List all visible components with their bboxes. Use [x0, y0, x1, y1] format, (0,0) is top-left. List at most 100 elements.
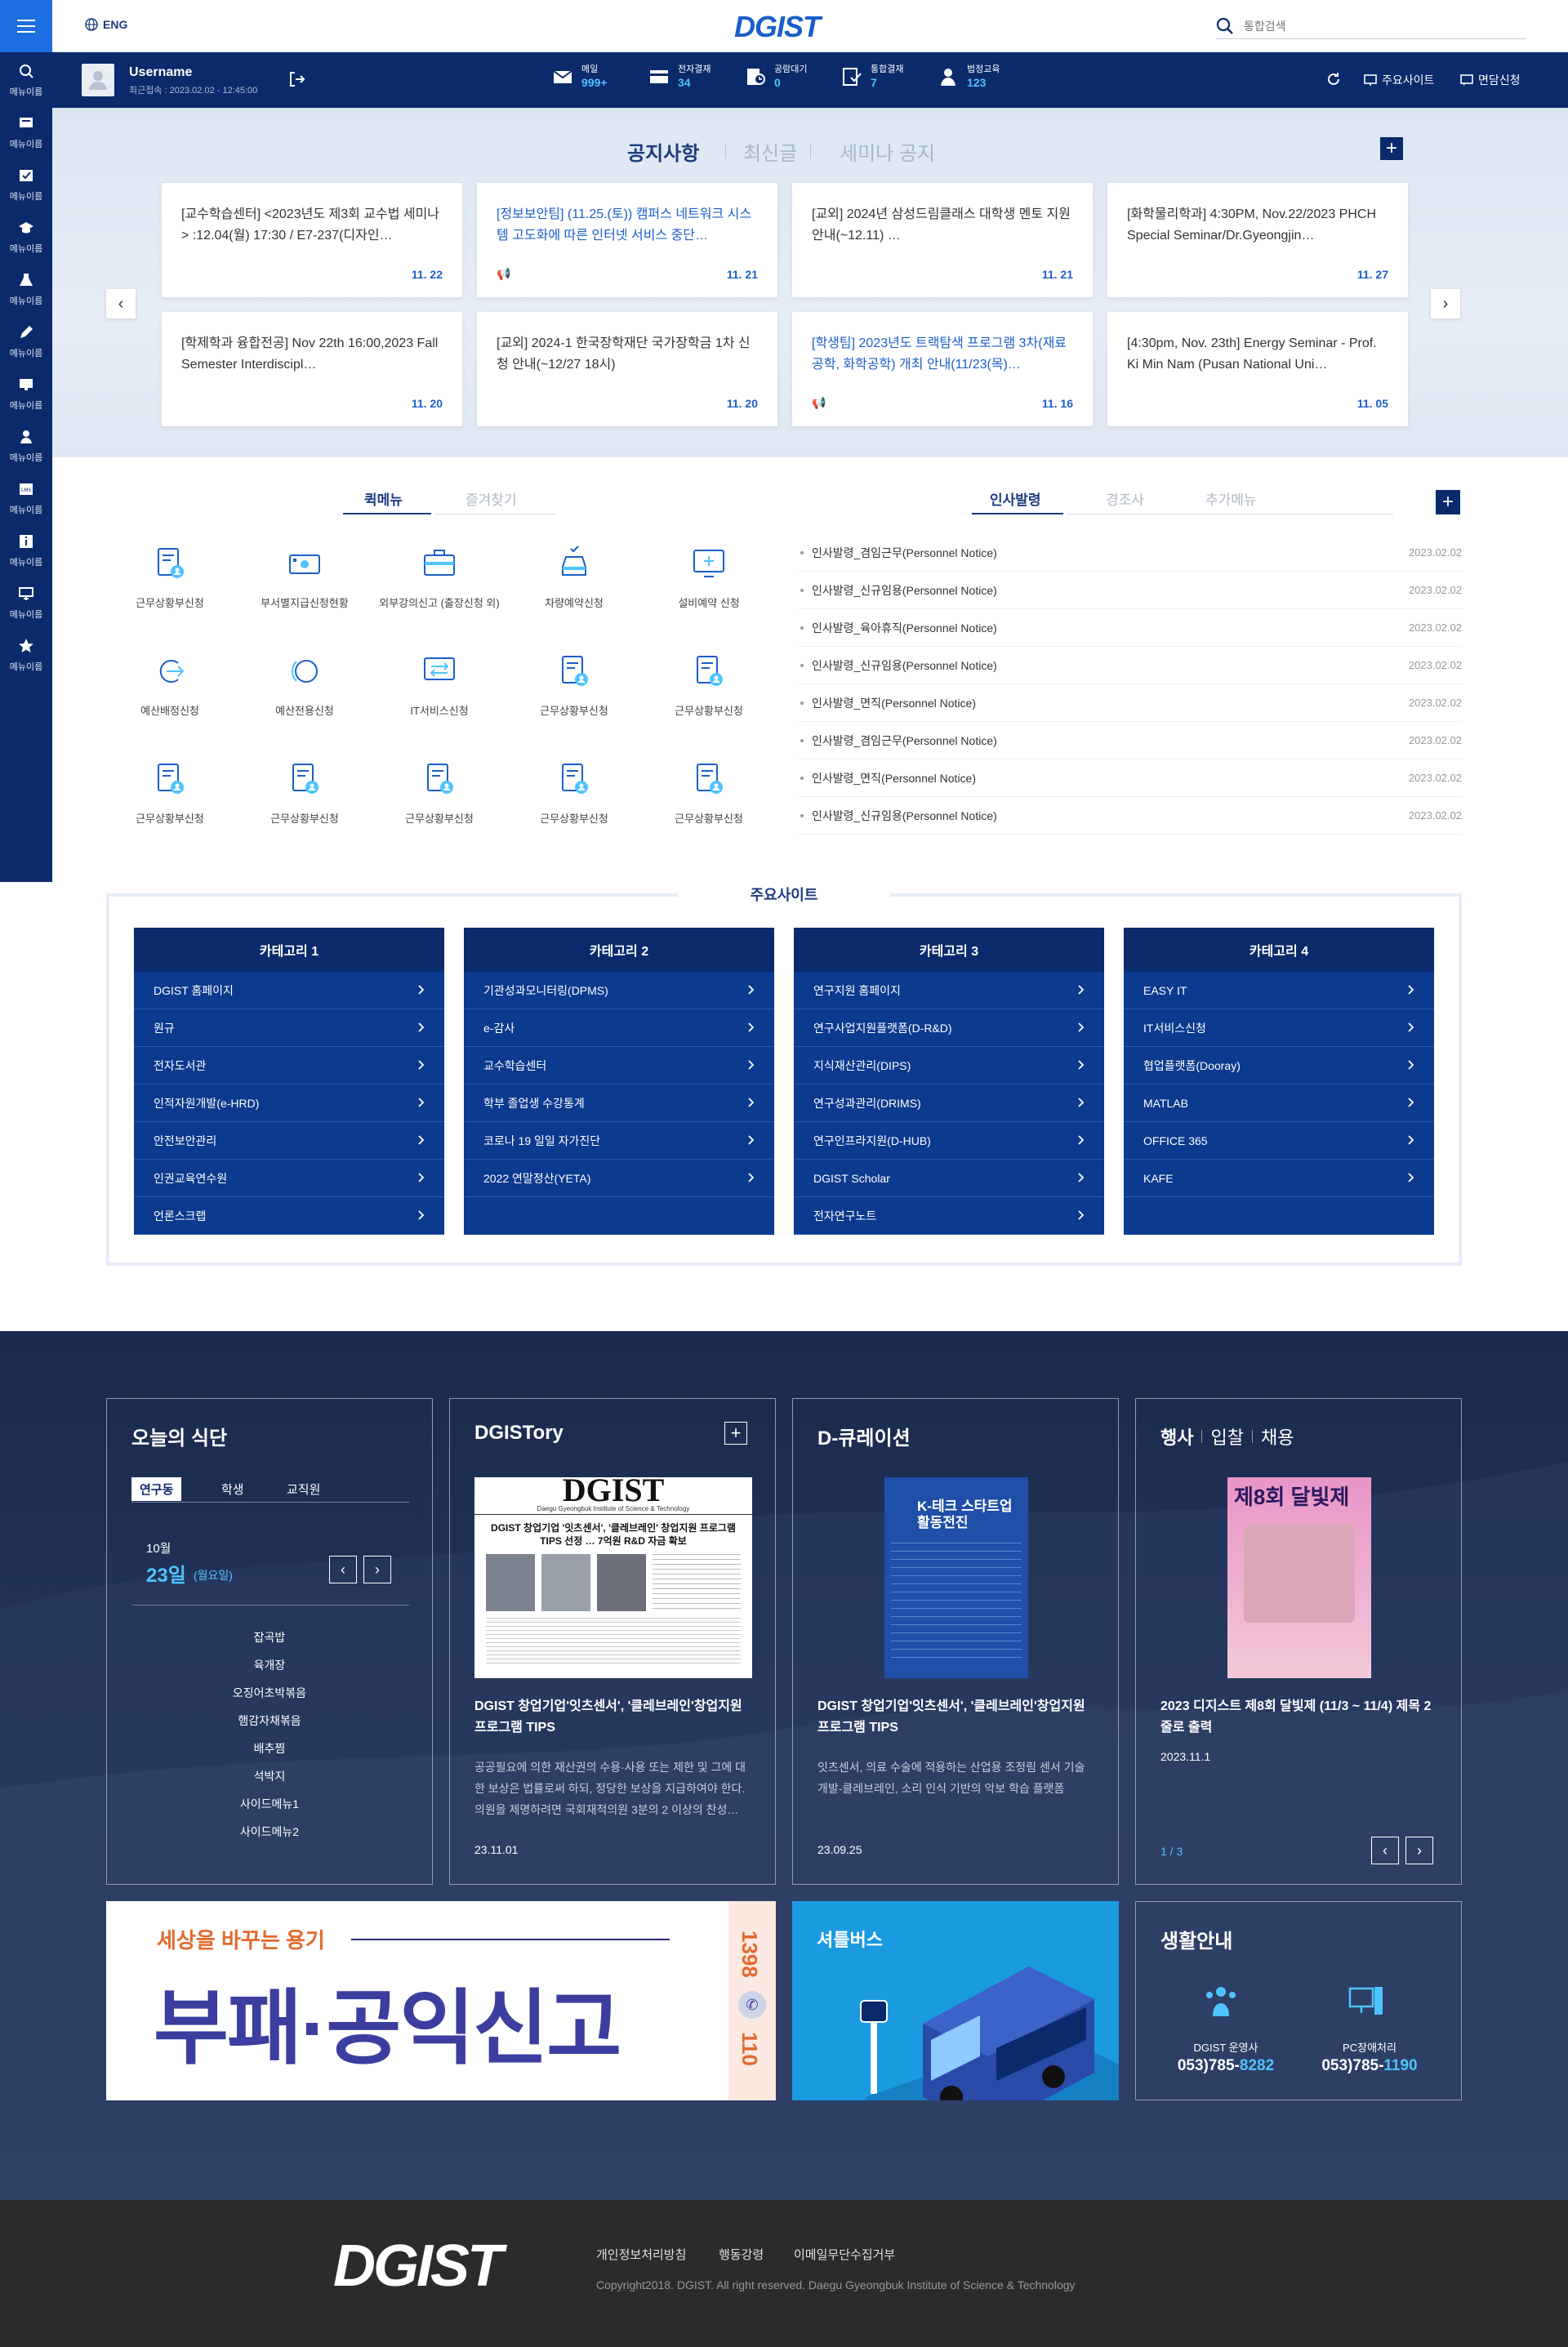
- notice-card[interactable]: [화학물리학과] 4:30PM, Nov.22/2023 PHCH Specia…: [1107, 183, 1408, 297]
- site-link[interactable]: 원규: [134, 1009, 444, 1047]
- tab-notice[interactable]: 공지사항: [627, 137, 699, 166]
- quick-menu-item[interactable]: 근무상황부신청: [644, 652, 774, 719]
- report-banner[interactable]: 세상을 바꾸는 용기 부패·공익신고 1398 ✆ 110: [106, 1901, 776, 2100]
- rail-item[interactable]: 메뉴이름: [0, 105, 52, 157]
- rail-item[interactable]: LMS 메뉴이름: [0, 470, 52, 523]
- next-arrow-icon[interactable]: ›: [1431, 289, 1460, 318]
- site-link[interactable]: 언론스크랩: [134, 1197, 444, 1235]
- dgistory-plus-button[interactable]: +: [724, 1422, 747, 1445]
- rail-item[interactable]: 메뉴이름: [0, 261, 52, 314]
- tab-personnel[interactable]: 인사발령: [990, 488, 1041, 509]
- language-toggle[interactable]: ENG: [85, 18, 127, 31]
- meal-prev-icon[interactable]: ‹: [329, 1556, 357, 1583]
- search-icon[interactable]: [1216, 17, 1234, 35]
- quick-menu-item[interactable]: 근무상황부신청: [644, 759, 774, 826]
- footer-link-code[interactable]: 행동강령: [719, 2246, 764, 2263]
- site-link[interactable]: 전자도서관: [134, 1047, 444, 1084]
- life-phone-1[interactable]: 053)785-8282: [1160, 2057, 1291, 2075]
- tab-quick-menu[interactable]: 퀵메뉴: [364, 488, 403, 509]
- quick-menu-item[interactable]: 부서별지급신청현황: [239, 544, 370, 611]
- quick-menu-item[interactable]: 근무상황부신청: [239, 759, 370, 826]
- dgistory-thumbnail[interactable]: DGIST Daegu Gyeongbuk Institute of Scien…: [474, 1477, 752, 1678]
- rail-item[interactable]: 메뉴이름: [0, 418, 52, 470]
- personnel-row[interactable]: 인사발령_신규임용(Personnel Notice) 2023.02.02: [799, 797, 1462, 835]
- personnel-row[interactable]: 인사발령_신규임용(Personnel Notice) 2023.02.02: [799, 572, 1462, 609]
- notice-card[interactable]: [4:30pm, Nov. 23th] Energy Seminar - Pro…: [1107, 312, 1408, 426]
- site-link[interactable]: 2022 연말정산(YETA): [464, 1160, 774, 1197]
- consult-link[interactable]: 면담신청: [1460, 72, 1521, 88]
- quick-menu-item[interactable]: IT서비스신청: [374, 652, 505, 719]
- tab-bid[interactable]: 입찰: [1210, 1423, 1243, 1450]
- rail-item[interactable]: 메뉴이름: [0, 366, 52, 418]
- site-link[interactable]: DGIST 홈페이지: [134, 972, 444, 1009]
- personnel-row[interactable]: 인사발령_겸임근무(Personnel Notice) 2023.02.02: [799, 722, 1462, 759]
- tab-extra[interactable]: 추가메뉴: [1205, 488, 1257, 509]
- search-input[interactable]: [1244, 19, 1505, 33]
- personnel-row[interactable]: 인사발령_면직(Personnel Notice) 2023.02.02: [799, 684, 1462, 722]
- rail-item[interactable]: 메뉴이름: [0, 52, 52, 105]
- site-link[interactable]: 연구사업지원플랫폼(D-R&D): [794, 1009, 1104, 1047]
- site-link[interactable]: 전자연구노트: [794, 1197, 1104, 1235]
- personnel-row[interactable]: 인사발령_육아휴직(Personnel Notice) 2023.02.02: [799, 609, 1462, 647]
- notice-card[interactable]: [교외] 2024-1 한국장학재단 국가장학금 1차 신청 안내(~12/27…: [477, 312, 777, 426]
- site-link[interactable]: 연구성과관리(DRIMS): [794, 1084, 1104, 1122]
- main-sites-link[interactable]: 주요사이트: [1364, 72, 1434, 88]
- refresh-button[interactable]: [1326, 72, 1341, 87]
- personnel-row[interactable]: 인사발령_면직(Personnel Notice) 2023.02.02: [799, 759, 1462, 797]
- quick-menu-item[interactable]: 근무상황부신청: [105, 759, 235, 826]
- quick-menu-item[interactable]: 예산배정신청: [105, 652, 235, 719]
- quick-menu-item[interactable]: 근무상황부신청: [509, 759, 639, 826]
- stat-training[interactable]: 법정교육 123: [938, 64, 1000, 90]
- meal-tab-staff[interactable]: 교직원: [278, 1477, 328, 1501]
- rail-item[interactable]: 메뉴이름: [0, 314, 52, 366]
- personnel-row[interactable]: 인사발령_신규임용(Personnel Notice) 2023.02.02: [799, 647, 1462, 684]
- quick-menu-item[interactable]: 예산전용신청: [239, 652, 370, 719]
- tab-recruit[interactable]: 채용: [1261, 1423, 1294, 1450]
- site-link[interactable]: 교수학습센터: [464, 1047, 774, 1084]
- site-link[interactable]: 연구지원 홈페이지: [794, 972, 1104, 1009]
- meal-tab-student[interactable]: 학생: [213, 1477, 252, 1501]
- stat-approval[interactable]: 전자결재 34: [648, 64, 710, 90]
- stat-integrated[interactable]: 통합결재 7: [841, 64, 903, 90]
- site-link[interactable]: MATLAB: [1124, 1084, 1434, 1122]
- site-link[interactable]: 안전보안관리: [134, 1122, 444, 1160]
- quick-menu-item[interactable]: 근무상황부신청: [105, 544, 235, 611]
- meal-next-icon[interactable]: ›: [363, 1556, 391, 1583]
- meal-tab-research[interactable]: 연구동: [131, 1477, 182, 1501]
- quick-menu-item[interactable]: 설비예약 신청: [644, 544, 774, 611]
- site-link[interactable]: 인권교육연수원: [134, 1160, 444, 1197]
- quick-menu-item[interactable]: 외부강의신고 (출장신청 외): [374, 544, 505, 611]
- more-plus-button[interactable]: +: [1380, 137, 1403, 160]
- tab-condolence[interactable]: 경조사: [1106, 488, 1144, 509]
- avatar[interactable]: [82, 64, 114, 96]
- tab-seminar[interactable]: 세미나 공지: [840, 137, 935, 166]
- hamburger-icon[interactable]: [0, 0, 52, 52]
- site-link[interactable]: 연구인프라지원(D-HUB): [794, 1122, 1104, 1160]
- site-link[interactable]: 학부 졸업생 수강통계: [464, 1084, 774, 1122]
- personnel-row[interactable]: 인사발령_겸임근무(Personnel Notice) 2023.02.02: [799, 534, 1462, 572]
- site-link[interactable]: DGIST Scholar: [794, 1160, 1104, 1197]
- prev-arrow-icon[interactable]: ‹: [106, 289, 136, 318]
- notice-card[interactable]: [학생팀] 2023년도 트랙탐색 프로그램 3차(재료공학, 화학공학) 개최…: [792, 312, 1093, 426]
- personnel-plus-button[interactable]: +: [1436, 490, 1460, 514]
- rail-item[interactable]: 메뉴이름: [0, 209, 52, 261]
- footer-link-privacy[interactable]: 개인정보처리방침: [596, 2246, 686, 2263]
- notice-card[interactable]: [교외] 2024년 삼성드림클래스 대학생 멘토 지원 안내(~12.11) …: [792, 183, 1093, 297]
- quick-menu-item[interactable]: 근무상황부신청: [509, 652, 639, 719]
- site-link[interactable]: 코로나 19 일일 자가진단: [464, 1122, 774, 1160]
- logout-icon[interactable]: [287, 70, 305, 88]
- footer-link-email[interactable]: 이메일무단수집거부: [794, 2246, 895, 2263]
- site-link[interactable]: EASY IT: [1124, 972, 1434, 1009]
- tab-latest[interactable]: 최신글: [743, 137, 797, 166]
- site-link[interactable]: IT서비스신청: [1124, 1009, 1434, 1047]
- site-link[interactable]: 지식재산관리(DIPS): [794, 1047, 1104, 1084]
- site-link[interactable]: 협업플랫폼(Dooray): [1124, 1047, 1434, 1084]
- site-link[interactable]: 인적자원개발(e-HRD): [134, 1084, 444, 1122]
- quick-menu-item[interactable]: 차량예약신청: [509, 544, 639, 611]
- notice-card[interactable]: [정보보안팀] (11.25.(토)) 캠퍼스 네트워크 시스템 고도화에 따른…: [477, 183, 777, 297]
- event-next-icon[interactable]: ›: [1405, 1837, 1433, 1864]
- quick-menu-item[interactable]: 근무상황부신청: [374, 759, 505, 826]
- rail-item[interactable]: 메뉴이름: [0, 523, 52, 575]
- event-headline[interactable]: 2023 디지스트 제8회 달빛제 (11/3 ~ 11/4) 제목 2줄로 출…: [1160, 1696, 1438, 1739]
- site-link[interactable]: KAFE: [1124, 1160, 1434, 1197]
